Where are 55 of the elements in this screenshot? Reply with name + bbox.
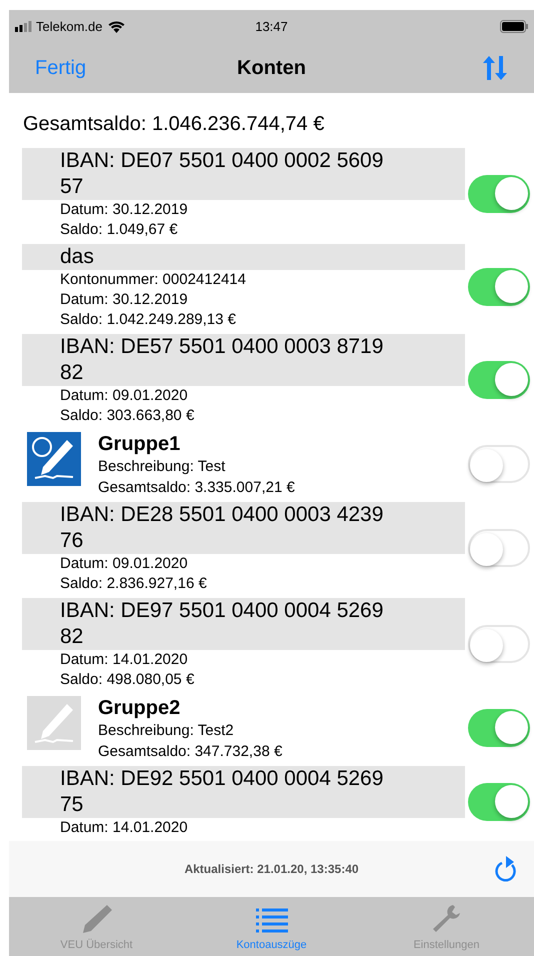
group-title: Gruppe1 (98, 432, 182, 456)
account-detail: Datum: 09.01.2020 (59, 386, 189, 406)
list-row[interactable]: IBAN: DE92 5501 0400 0004 5269 75 Datum: 14.01.2020 (9, 764, 534, 840)
updated-text: Aktualisiert: 21.01.20, 13:35:40 (184, 861, 359, 878)
toggle-switch[interactable] (468, 361, 530, 399)
list-icon (256, 908, 288, 934)
account-detail: Datum: 30.12.2019 (59, 200, 189, 220)
account-title: IBAN: DE07 5501 0400 0002 5609 57 (22, 148, 465, 200)
toggle-switch[interactable] (468, 709, 530, 747)
group-detail: Beschreibung: Test (98, 457, 226, 477)
battery-icon (500, 20, 528, 33)
group-detail: Beschreibung: Test2 (98, 721, 235, 741)
wrench-icon (430, 904, 462, 934)
account-title: das (22, 244, 465, 270)
toggle-switch[interactable] (468, 625, 530, 663)
account-detail: Saldo: 303.663,80 € (59, 406, 196, 426)
total-balance: Gesamtsaldo: 1.046.236.744,74 € (22, 112, 326, 137)
account-detail: Datum: 09.01.2020 (59, 554, 189, 574)
toggle-switch[interactable] (468, 268, 530, 306)
account-detail: Datum: 14.01.2020 (59, 818, 189, 838)
toggle-switch[interactable] (468, 175, 530, 213)
toggle-switch[interactable] (468, 783, 530, 821)
account-detail: Datum: 14.01.2020 (59, 650, 189, 670)
account-detail: Datum: 30.12.2019 (59, 290, 189, 310)
list-row[interactable]: IBAN: DE28 5501 0400 0003 4239 76 Datum: 09.01.2020 Saldo: 2.836.927,16 € (9, 500, 534, 596)
group-title: Gruppe2 (98, 696, 182, 720)
account-detail: Saldo: 2.836.927,16 € (59, 574, 208, 594)
sort-icon (482, 55, 508, 81)
account-title: IBAN: DE97 5501 0400 0004 5269 82 (22, 598, 465, 650)
pencil-icon (80, 904, 112, 934)
list-row[interactable]: Gruppe1 Beschreibung: Test Gesamtsaldo: 3.335.007,21 € (9, 428, 534, 500)
account-detail: Saldo: 498.080,05 € (59, 670, 196, 690)
group-detail: Gesamtsaldo: 347.732,38 € (98, 742, 282, 762)
toggle-switch[interactable] (468, 529, 530, 567)
list-row[interactable]: IBAN: DE97 5501 0400 0004 5269 82 Datum: 14.01.2020 Saldo: 498.080,05 € (9, 596, 534, 692)
account-title: IBAN: DE92 5501 0400 0004 5269 75 (22, 766, 465, 818)
pencil-icon (27, 432, 81, 486)
pencil-icon (27, 696, 81, 750)
signal-icon (15, 21, 33, 32)
carrier-text: Telekom.de (36, 18, 102, 36)
toggle-switch[interactable] (468, 445, 530, 483)
clock-text: 13:47 (255, 18, 288, 36)
account-detail: Saldo: 1.042.249.289,13 € (59, 310, 237, 330)
account-title: IBAN: DE57 5501 0400 0003 8719 82 (22, 334, 465, 386)
list-row[interactable]: IBAN: DE57 5501 0400 0003 8719 82 Datum: 09.01.2020 Saldo: 303.663,80 € (9, 332, 534, 428)
account-title: IBAN: DE28 5501 0400 0003 4239 76 (22, 502, 465, 554)
wifi-icon (108, 20, 126, 32)
account-detail: Saldo: 1.049,67 € (59, 220, 179, 240)
sort-button[interactable] (482, 55, 508, 81)
list-row[interactable]: Gruppe2 Beschreibung: Test2 Gesamtsaldo: 347.732,38 € (9, 692, 534, 764)
list-row[interactable]: das Kontonummer: 0002412414 Datum: 30.12.2019 Saldo: 1.042.249.289,13 € (9, 242, 534, 332)
group-detail: Gesamtsaldo: 3.335.007,21 € (98, 478, 295, 498)
page-title: Konten (237, 56, 306, 81)
list-row[interactable]: IBAN: DE07 5501 0400 0002 5609 57 Datum: 30.12.2019 Saldo: 1.049,67 € (9, 146, 534, 242)
account-detail: Kontonummer: 0002412414 (59, 270, 247, 290)
